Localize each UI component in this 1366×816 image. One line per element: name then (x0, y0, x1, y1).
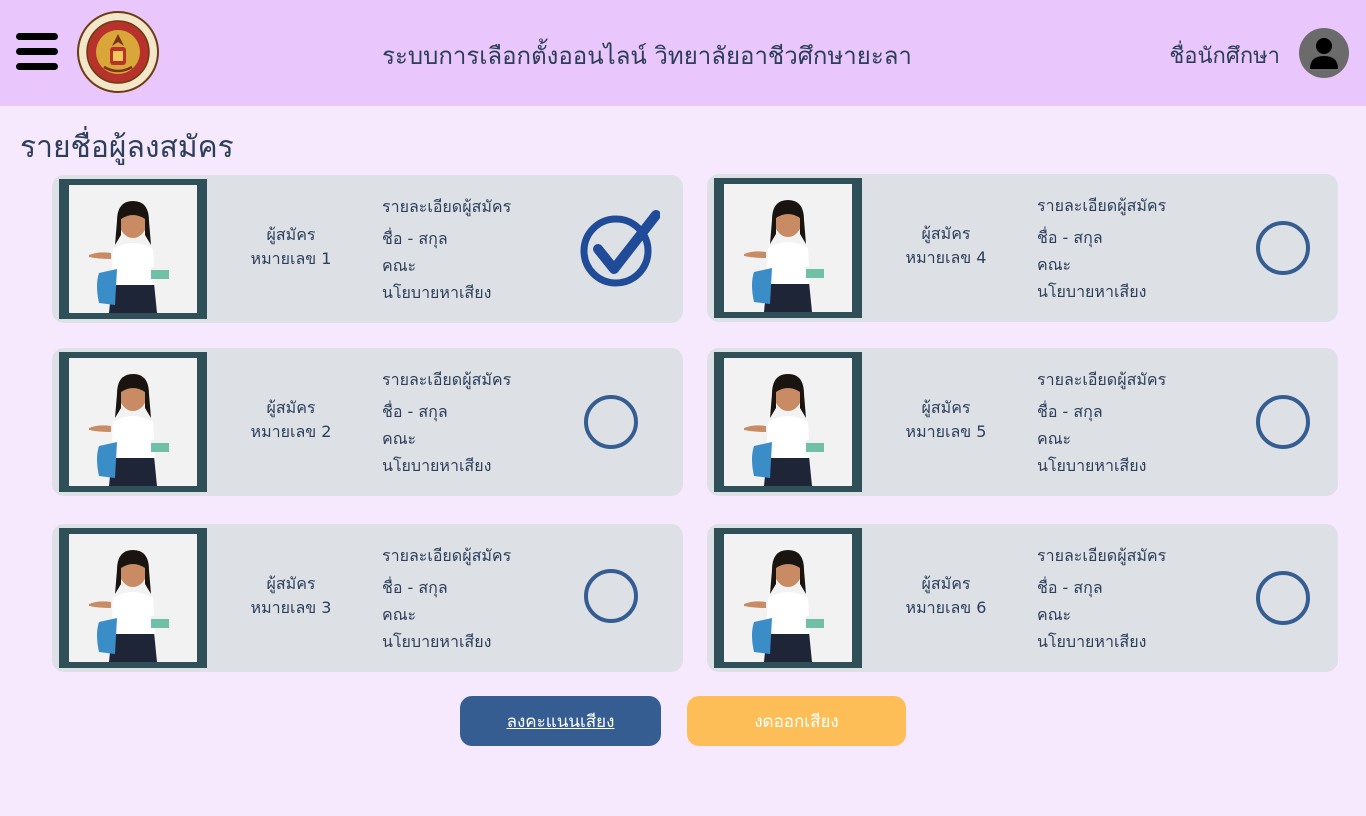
candidate-details: รายละเอียดผู้สมัคร ชื่อ - สกุล คณะ นโยบา… (1037, 368, 1166, 479)
candidate-photo (714, 528, 862, 668)
candidate-name: ชื่อ - สกุล (382, 578, 448, 597)
student-photo-image (724, 184, 852, 312)
candidate-policy: นโยบายหาเสียง (1037, 632, 1147, 651)
candidate-faculty: คณะ (1037, 255, 1072, 274)
student-photo-image (69, 534, 197, 662)
app-title: ระบบการเลือกตั้งออนไลน์ วิทยาลัยอาชีวศึก… (382, 42, 912, 70)
details-heading: รายละเอียดผู้สมัคร (1037, 546, 1167, 565)
candidate-photo (714, 178, 862, 318)
student-name: ชื่อนักศึกษา (1169, 44, 1280, 69)
page-title: รายชื่อผู้ลงสมัคร (20, 130, 234, 165)
radio-unselected-icon[interactable] (1255, 394, 1311, 450)
candidate-policy: นโยบายหาเสียง (1037, 456, 1147, 475)
candidate-label: ผู้สมัคร หมายเลข 4 (897, 222, 995, 270)
student-photo-image (69, 185, 197, 313)
candidate-name: ชื่อ - สกุล (1037, 402, 1103, 421)
details-heading: รายละเอียดผู้สมัคร (382, 370, 512, 389)
user-avatar-icon[interactable] (1299, 28, 1349, 78)
candidate-details: รายละเอียดผู้สมัคร ชื่อ - สกุล คณะ นโยบา… (382, 368, 511, 479)
details-heading: รายละเอียดผู้สมัคร (1037, 370, 1167, 389)
candidate-card-5[interactable]: ผู้สมัคร หมายเลข 5 รายละเอียดผู้สมัคร ชื… (707, 348, 1338, 496)
candidate-name: ชื่อ - สกุล (382, 229, 448, 248)
abstain-button[interactable]: งดออกเสียง (687, 696, 906, 746)
radio-unselected-icon[interactable] (1255, 570, 1311, 626)
candidate-details: รายละเอียดผู้สมัคร ชื่อ - สกุล คณะ นโยบา… (1037, 544, 1166, 655)
candidate-policy: นโยบายหาเสียง (382, 456, 492, 475)
candidate-faculty: คณะ (382, 429, 417, 448)
candidate-details: รายละเอียดผู้สมัคร ชื่อ - สกุล คณะ นโยบา… (382, 195, 511, 306)
candidate-card-6[interactable]: ผู้สมัคร หมายเลข 6 รายละเอียดผู้สมัคร ชื… (707, 524, 1338, 672)
candidate-faculty: คณะ (382, 605, 417, 624)
candidate-name: ชื่อ - สกุล (1037, 228, 1103, 247)
radio-unselected-icon[interactable] (583, 394, 639, 450)
candidate-photo (59, 179, 207, 319)
candidate-label: ผู้สมัคร หมายเลข 1 (242, 223, 340, 271)
candidate-photo (59, 528, 207, 668)
candidate-faculty: คณะ (382, 256, 417, 275)
details-heading: รายละเอียดผู้สมัคร (1037, 196, 1167, 215)
candidate-number: หมายเลข 4 (905, 248, 987, 267)
candidate-faculty: คณะ (1037, 429, 1072, 448)
candidate-faculty: คณะ (1037, 605, 1072, 624)
candidate-card-1[interactable]: ผู้สมัคร หมายเลข 1 รายละเอียดผู้สมัคร ชื… (52, 175, 683, 323)
candidate-label: ผู้สมัคร หมายเลข 3 (242, 572, 340, 620)
student-photo-image (724, 358, 852, 486)
radio-unselected-icon[interactable] (1255, 220, 1311, 276)
app-header: ระบบการเลือกตั้งออนไลน์ วิทยาลัยอาชีวศึก… (0, 0, 1366, 106)
candidate-number: หมายเลข 5 (905, 422, 987, 441)
candidate-card-2[interactable]: ผู้สมัคร หมายเลข 2 รายละเอียดผู้สมัคร ชื… (52, 348, 683, 496)
candidate-card-3[interactable]: ผู้สมัคร หมายเลข 3 รายละเอียดผู้สมัคร ชื… (52, 524, 683, 672)
candidate-photo (59, 352, 207, 492)
candidate-name: ชื่อ - สกุล (382, 402, 448, 421)
details-heading: รายละเอียดผู้สมัคร (382, 197, 512, 216)
candidate-label: ผู้สมัคร หมายเลข 5 (897, 396, 995, 444)
candidate-number: หมายเลข 2 (250, 422, 332, 441)
vote-button[interactable]: ลงคะแนนเสียง (460, 696, 661, 746)
candidate-name: ชื่อ - สกุล (1037, 578, 1103, 597)
candidate-details: รายละเอียดผู้สมัคร ชื่อ - สกุล คณะ นโยบา… (1037, 194, 1166, 305)
student-photo-image (724, 534, 852, 662)
candidate-photo (714, 352, 862, 492)
student-photo-image (69, 358, 197, 486)
candidate-policy: นโยบายหาเสียง (1037, 282, 1147, 301)
candidate-label: ผู้สมัคร หมายเลข 2 (242, 396, 340, 444)
candidate-policy: นโยบายหาเสียง (382, 632, 492, 651)
checkmark-selected-icon[interactable] (578, 209, 660, 287)
candidate-label: ผู้สมัคร หมายเลข 6 (897, 572, 995, 620)
candidate-details: รายละเอียดผู้สมัคร ชื่อ - สกุล คณะ นโยบา… (382, 544, 511, 655)
candidate-number: หมายเลข 1 (250, 249, 332, 268)
radio-unselected-icon[interactable] (583, 568, 639, 624)
candidate-card-4[interactable]: ผู้สมัคร หมายเลข 4 รายละเอียดผู้สมัคร ชื… (707, 174, 1338, 322)
candidate-number: หมายเลข 6 (905, 598, 987, 617)
details-heading: รายละเอียดผู้สมัคร (382, 546, 512, 565)
candidate-number: หมายเลข 3 (250, 598, 332, 617)
candidate-policy: นโยบายหาเสียง (382, 283, 492, 302)
